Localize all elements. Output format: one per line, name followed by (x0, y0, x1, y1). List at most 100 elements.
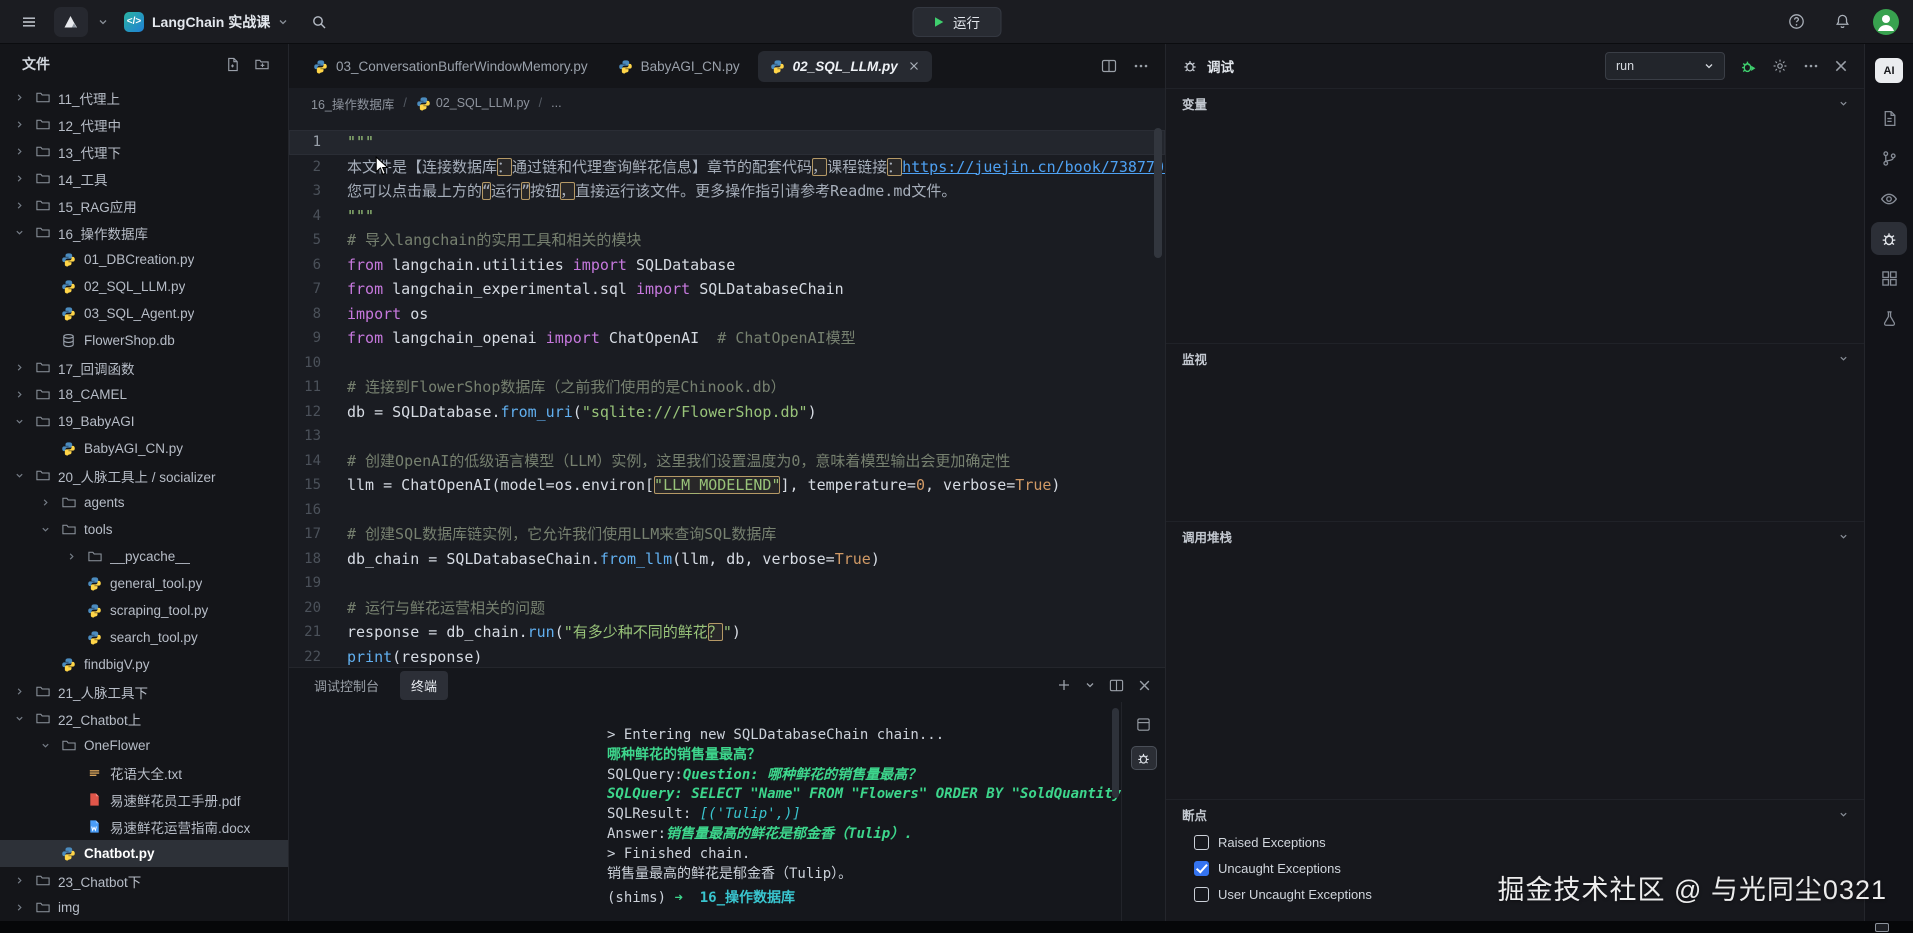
line-number[interactable]: 22 (289, 645, 347, 668)
code-editor[interactable]: 1"""2本文件是【连接数据库：通过链和代理查询鲜花信息】章节的配套代码，课程链… (289, 118, 1165, 667)
tree-item-11-代理上[interactable]: 11_代理上 (0, 84, 288, 111)
line-number[interactable]: 15 (289, 473, 347, 498)
line-number[interactable]: 16 (289, 498, 347, 523)
explorer-icon[interactable] (1871, 102, 1907, 135)
editor-tab-babyagi-cn-py[interactable]: BabyAGI_CN.py (606, 51, 752, 82)
start-debug-icon[interactable] (1740, 58, 1757, 75)
help-icon[interactable] (1781, 7, 1811, 37)
debug-console-settings-icon[interactable] (1131, 746, 1157, 770)
more-actions-icon[interactable] (1803, 58, 1819, 74)
panel-tab-调试控制台[interactable]: 调试控制台 (303, 671, 390, 700)
test-flask-icon[interactable] (1871, 302, 1907, 335)
new-file-icon[interactable] (225, 57, 240, 72)
checkbox-unchecked[interactable] (1194, 887, 1209, 902)
more-actions-icon[interactable] (1133, 58, 1149, 74)
tree-item-tools[interactable]: tools (0, 516, 288, 543)
tree-item-13-代理下[interactable]: 13_代理下 (0, 138, 288, 165)
code-line[interactable]: 21response = db_chain.run("有多少种不同的鲜花？") (289, 620, 1165, 645)
line-number[interactable]: 19 (289, 571, 347, 596)
new-terminal-icon[interactable] (1057, 678, 1071, 692)
tree-item-16-操作数据库[interactable]: 16_操作数据库 (0, 219, 288, 246)
code-line[interactable]: 1""" (289, 130, 1165, 155)
tree-item-general-tool-py[interactable]: general_tool.py (0, 570, 288, 597)
tree-item-23-chatbot下[interactable]: 23_Chatbot下 (0, 867, 288, 894)
line-number[interactable]: 20 (289, 596, 347, 621)
debug-section-变量[interactable]: 变量 (1166, 88, 1864, 118)
tree-item-易速鲜花员工手册-pdf[interactable]: 易速鲜花员工手册.pdf (0, 786, 288, 813)
workspace-switcher[interactable]: </> LangChain 实战课 (118, 8, 294, 36)
source-control-icon[interactable] (1871, 142, 1907, 175)
tree-item-01-dbcreation-py[interactable]: 01_DBCreation.py (0, 246, 288, 273)
line-number[interactable]: 2 (289, 155, 347, 180)
code-line[interactable]: 14# 创建OpenAI的低级语言模型（LLM）实例，这里我们设置温度为0，意味… (289, 449, 1165, 474)
code-line[interactable]: 10 (289, 351, 1165, 376)
tree-item-15-rag应用[interactable]: 15_RAG应用 (0, 192, 288, 219)
panel-tab-终端[interactable]: 终端 (400, 671, 448, 700)
tree-item-21-人脉工具下[interactable]: 21_人脉工具下 (0, 678, 288, 705)
tree-item-findbigv-py[interactable]: findbigV.py (0, 651, 288, 678)
settings-gear-icon[interactable] (1772, 58, 1788, 74)
debug-section-调用堆栈[interactable]: 调用堆栈 (1166, 521, 1864, 551)
debug-config-select[interactable]: run (1605, 52, 1725, 80)
code-line[interactable]: 6from langchain.utilities import SQLData… (289, 253, 1165, 278)
line-number[interactable]: 21 (289, 620, 347, 645)
line-number[interactable]: 14 (289, 449, 347, 474)
code-line[interactable]: 22print(response) (289, 645, 1165, 668)
editor-tab-03-conversationbufferwindowmemory-py[interactable]: 03_ConversationBufferWindowMemory.py (301, 51, 600, 82)
line-number[interactable]: 10 (289, 351, 347, 376)
new-folder-icon[interactable] (254, 57, 270, 72)
app-logo-icon[interactable] (54, 7, 88, 37)
line-number[interactable]: 7 (289, 277, 347, 302)
code-line[interactable]: 16 (289, 498, 1165, 523)
tree-item-search-tool-py[interactable]: search_tool.py (0, 624, 288, 651)
checkbox-checked[interactable] (1194, 861, 1209, 876)
code-line[interactable]: 7from langchain_experimental.sql import … (289, 277, 1165, 302)
line-number[interactable]: 8 (289, 302, 347, 327)
search-icon[interactable] (304, 7, 334, 37)
breadcrumb-item-02-sql-llm-py[interactable]: 02_SQL_LLM.py (416, 96, 530, 111)
code-line[interactable]: 17# 创建SQL数据库链实例，它允许我们使用LLM来查询SQL数据库 (289, 522, 1165, 547)
tree-item-babyagi-cn-py[interactable]: BabyAGI_CN.py (0, 435, 288, 462)
line-number[interactable]: 12 (289, 400, 347, 425)
line-number[interactable]: 17 (289, 522, 347, 547)
line-number[interactable]: 13 (289, 424, 347, 449)
tree-item-chatbot-py[interactable]: Chatbot.py (0, 840, 288, 867)
breadcrumb-item-[interactable]: ... (551, 96, 561, 110)
line-number[interactable]: 9 (289, 326, 347, 351)
line-number[interactable]: 5 (289, 228, 347, 253)
tree-item-img[interactable]: img (0, 894, 288, 921)
preview-icon[interactable] (1871, 182, 1907, 215)
split-editor-icon[interactable] (1101, 58, 1117, 74)
line-number[interactable]: 4 (289, 204, 347, 229)
line-number[interactable]: 18 (289, 547, 347, 572)
tree-item-18-camel[interactable]: 18_CAMEL (0, 381, 288, 408)
tree-item-flowershop-db[interactable]: FlowerShop.db (0, 327, 288, 354)
editor-tab-02-sql-llm-py[interactable]: 02_SQL_LLM.py (758, 51, 932, 82)
bell-icon[interactable] (1827, 7, 1857, 37)
terminal-output[interactable]: > Entering new SQLDatabaseChain chain...… (289, 702, 1121, 921)
code-line[interactable]: 9from langchain_openai import ChatOpenAI… (289, 326, 1165, 351)
code-line[interactable]: 20# 运行与鲜花运营相关的问题 (289, 596, 1165, 621)
tree-item-02-sql-llm-py[interactable]: 02_SQL_LLM.py (0, 273, 288, 300)
split-panel-icon[interactable] (1109, 678, 1124, 693)
tree-item-scraping-tool-py[interactable]: scraping_tool.py (0, 597, 288, 624)
debug-icon[interactable] (1871, 222, 1907, 255)
line-number[interactable]: 3 (289, 179, 347, 204)
tree-item-14-工具[interactable]: 14_工具 (0, 165, 288, 192)
debug-section-监视[interactable]: 监视 (1166, 343, 1864, 373)
avatar[interactable] (1873, 9, 1899, 35)
tree-item-03-sql-agent-py[interactable]: 03_SQL_Agent.py (0, 300, 288, 327)
run-button[interactable]: 运行 (912, 7, 1001, 37)
code-line[interactable]: 4""" (289, 204, 1165, 229)
close-icon[interactable] (1138, 679, 1151, 692)
tree-item-20-人脉工具上-socializer[interactable]: 20_人脉工具上 / socializer (0, 462, 288, 489)
close-icon[interactable] (1834, 59, 1848, 73)
line-number[interactable]: 1 (289, 130, 347, 155)
close-icon[interactable] (908, 60, 920, 72)
line-number[interactable]: 11 (289, 375, 347, 400)
code-line[interactable]: 12db = SQLDatabase.from_uri("sqlite:///F… (289, 400, 1165, 425)
debug-section-断点[interactable]: 断点 (1166, 799, 1864, 829)
code-line[interactable]: 11# 连接到FlowerShop数据库（之前我们使用的是Chinook.db） (289, 375, 1165, 400)
code-line[interactable]: 15llm = ChatOpenAI(model=os.environ["LLM… (289, 473, 1165, 498)
code-line[interactable]: 3您可以点击最上方的“运行”按钮，直接运行该文件。更多操作指引请参考Readme… (289, 179, 1165, 204)
